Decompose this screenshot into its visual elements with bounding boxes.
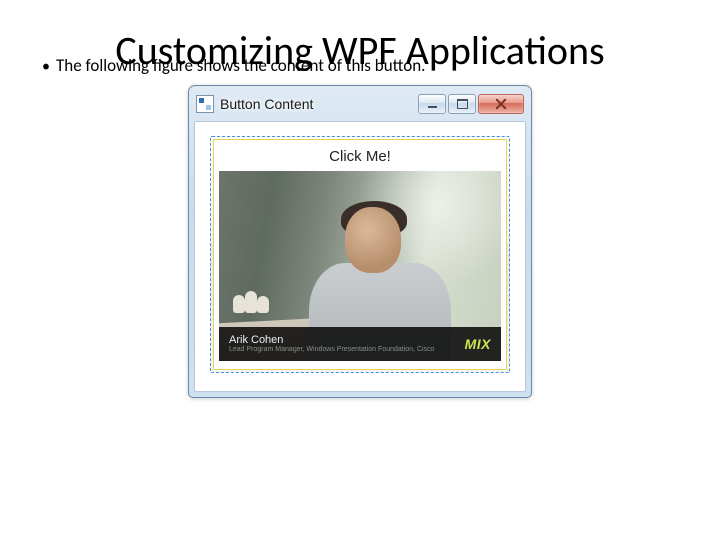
image-caption-bar: Arik Cohen Lead Program Manager, Windows… — [219, 327, 501, 361]
window-title: Button Content — [220, 96, 313, 112]
slide: Customizing WPF Applications • The follo… — [0, 0, 720, 540]
figure: Button Content Click — [46, 85, 674, 398]
image-figurines — [233, 291, 281, 313]
app-icon — [196, 95, 214, 113]
button-label: Click Me! — [329, 148, 391, 165]
minimize-button[interactable] — [418, 94, 446, 114]
bullet-dot-icon: • — [36, 57, 56, 77]
maximize-icon — [457, 99, 468, 109]
close-icon — [495, 98, 507, 110]
caption-name: Arik Cohen — [229, 335, 465, 347]
titlebar: Button Content — [194, 91, 526, 121]
app-window: Button Content Click — [188, 85, 532, 398]
image-person-head — [345, 207, 401, 273]
caption-subtitle: Lead Program Manager, Windows Presentati… — [229, 346, 465, 353]
content-button[interactable]: Click Me! — [210, 136, 510, 373]
mix-logo: MIX — [465, 336, 491, 352]
close-button[interactable] — [478, 94, 524, 114]
maximize-button[interactable] — [448, 94, 476, 114]
image-caption-text: Arik Cohen Lead Program Manager, Windows… — [229, 335, 465, 354]
window-controls — [416, 94, 524, 114]
button-image: Arik Cohen Lead Program Manager, Windows… — [219, 171, 501, 361]
bullet-text: The following figure shows the content o… — [56, 56, 425, 76]
content-button-inner: Click Me! — [213, 139, 507, 370]
minimize-icon — [428, 106, 437, 108]
window-client-area: Click Me! — [194, 121, 526, 392]
